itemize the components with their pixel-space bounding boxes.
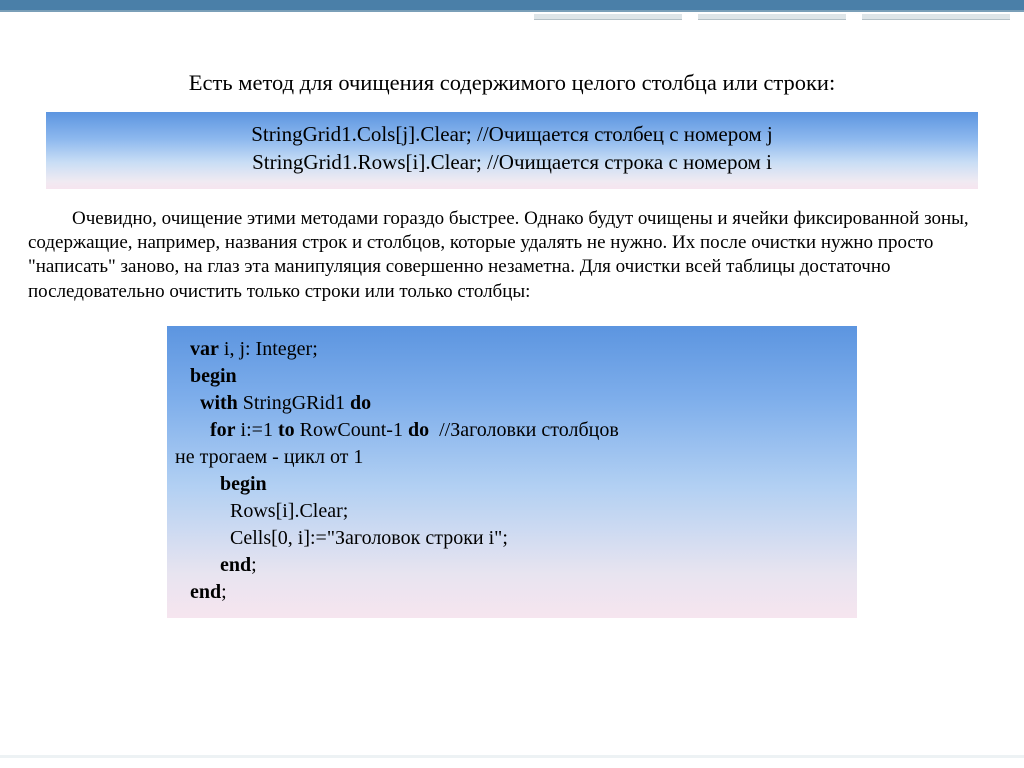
top-bar-outer: [0, 0, 1024, 12]
slide-title: Есть метод для очищения содержимого цело…: [26, 70, 998, 96]
top-seg-1: [862, 14, 1010, 20]
code-line: begin: [175, 365, 237, 387]
slide-content: Есть метод для очищения содержимого цело…: [26, 70, 998, 618]
top-seg-2: [698, 14, 846, 20]
code-line: end;: [175, 581, 227, 603]
code-block-clear-methods: StringGrid1.Cols[j].Clear; //Очищается с…: [46, 112, 978, 189]
top-seg-3: [534, 14, 682, 20]
code-line: begin: [175, 473, 267, 495]
code-line: StringGrid1.Rows[i].Clear; //Очищается с…: [76, 148, 948, 176]
header-decoration: [0, 0, 1024, 30]
code-line: end;: [175, 554, 257, 576]
code-line: var i, j: Integer;: [175, 338, 318, 360]
code-line: не трогаем - цикл от 1: [175, 446, 363, 468]
code-line: StringGrid1.Cols[j].Clear; //Очищается с…: [76, 120, 948, 148]
code-line: for i:=1 to RowCount-1 do //Заголовки ст…: [175, 419, 619, 441]
explanation-paragraph: Очевидно, очищение этими методами горазд…: [28, 207, 996, 304]
code-block-loop: var i, j: Integer; begin with StringGRid…: [167, 326, 857, 618]
code-line: with StringGRid1 do: [175, 392, 371, 414]
bottom-rule: [0, 755, 1024, 758]
code-line: Cells[0, i]:="Заголовок строки i";: [175, 527, 508, 549]
code-line: Rows[i].Clear;: [175, 500, 348, 522]
